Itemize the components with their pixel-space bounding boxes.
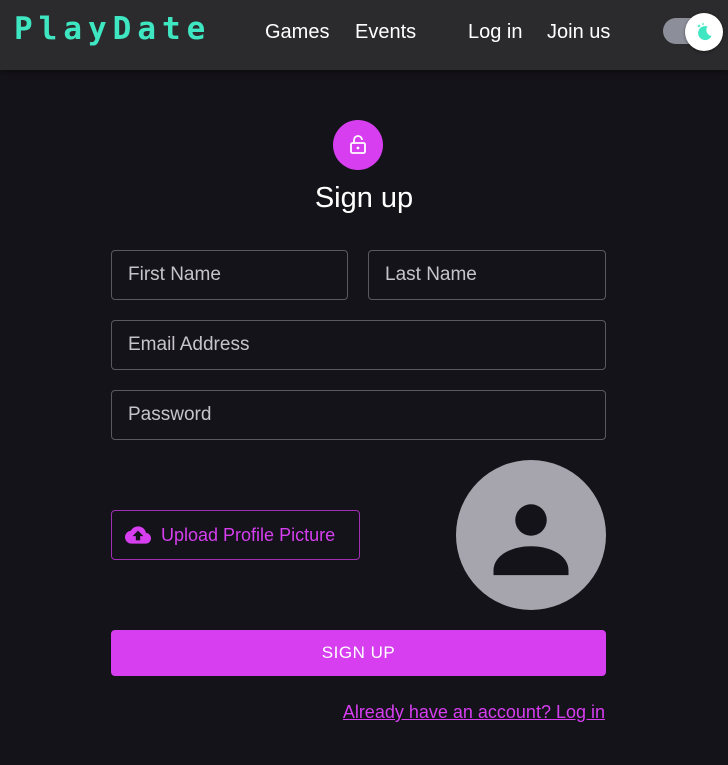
cloud-upload-icon <box>125 522 151 548</box>
password-field[interactable] <box>111 390 606 440</box>
last-name-field[interactable] <box>368 250 606 300</box>
nav-games[interactable]: Games <box>265 21 329 44</box>
app-header: PlayDate Games Events Log in Join us <box>0 0 728 70</box>
moon-icon <box>697 23 712 41</box>
logo[interactable]: PlayDate <box>14 11 211 47</box>
page-title: Sign up <box>314 182 414 214</box>
upload-label: Upload Profile Picture <box>161 524 336 545</box>
sign-up-button[interactable]: SIGN UP <box>111 630 606 676</box>
theme-toggle-knob[interactable] <box>685 13 723 51</box>
upload-profile-picture-button[interactable]: Upload Profile Picture <box>111 510 360 560</box>
avatar <box>456 460 606 610</box>
nav-login[interactable]: Log in <box>468 21 523 44</box>
person-icon <box>493 504 569 576</box>
email-field[interactable] <box>111 320 606 370</box>
lock-open-icon <box>350 135 366 154</box>
nav-events[interactable]: Events <box>355 21 416 44</box>
nav-join[interactable]: Join us <box>547 21 610 44</box>
first-name-field[interactable] <box>111 250 348 300</box>
lock-avatar <box>333 120 383 170</box>
login-link[interactable]: Already have an account? Log in <box>343 702 605 723</box>
